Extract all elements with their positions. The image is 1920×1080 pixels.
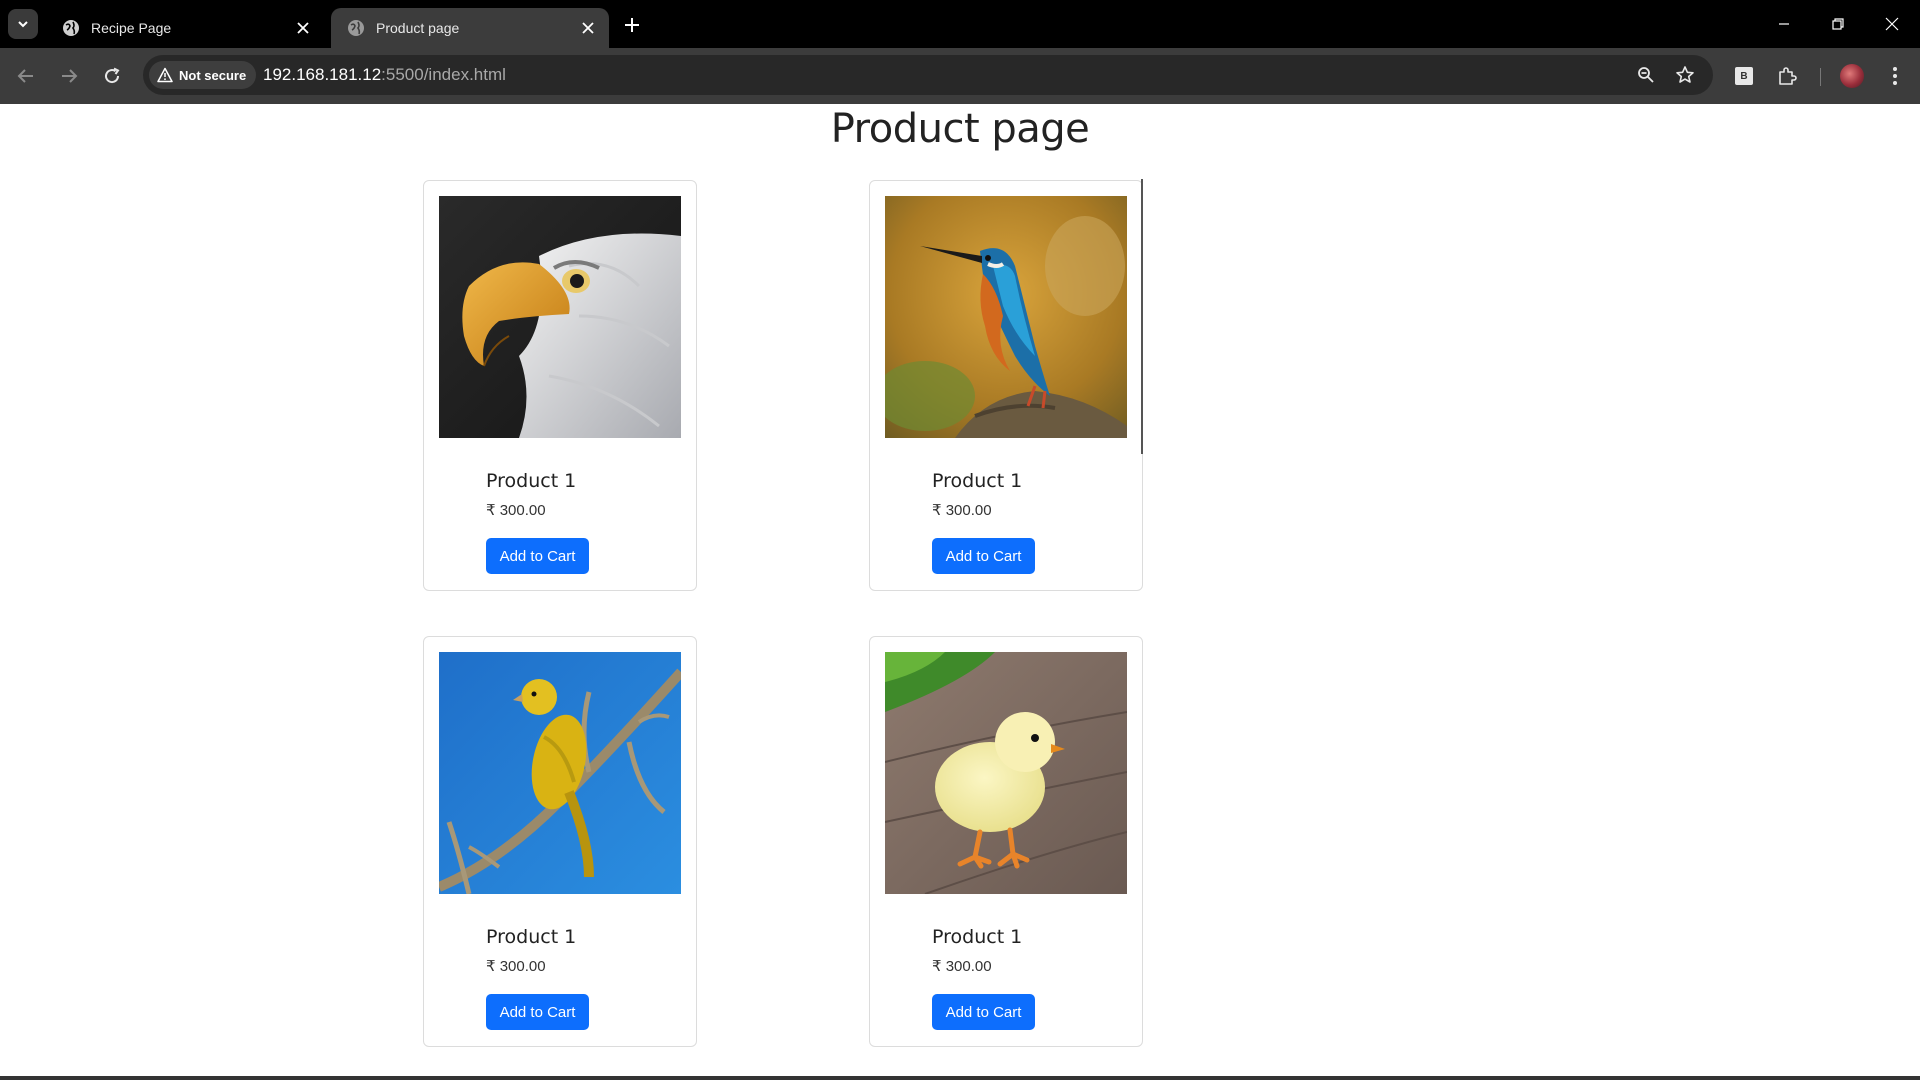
security-label: Not secure — [179, 67, 247, 83]
product-price: ₹ 300.00 — [486, 958, 546, 975]
product-price: ₹ 300.00 — [932, 502, 992, 519]
window-bottom-border — [0, 1076, 1920, 1080]
profile-avatar[interactable] — [1838, 62, 1866, 90]
yellow-canary-photo — [439, 652, 681, 894]
close-icon[interactable] — [577, 17, 599, 39]
add-to-cart-button[interactable]: Add to Cart — [932, 994, 1035, 1030]
scrollbar-marker — [1141, 179, 1143, 454]
chick-photo — [885, 652, 1127, 894]
avatar — [1840, 64, 1864, 88]
product-card: Product 1 ₹ 300.00 Add to Cart — [869, 636, 1143, 1047]
add-to-cart-button[interactable]: Add to Cart — [486, 538, 589, 574]
forward-icon[interactable] — [53, 60, 85, 92]
tab-title: Product page — [376, 20, 460, 36]
minimize-icon[interactable] — [1769, 10, 1799, 38]
star-icon[interactable] — [1673, 63, 1697, 87]
url-text[interactable]: 192.168.181.12:5500/index.html — [263, 65, 506, 85]
close-icon[interactable] — [292, 17, 314, 39]
add-to-cart-button[interactable]: Add to Cart — [486, 994, 589, 1030]
warning-icon — [157, 67, 173, 83]
url-path: :5500/index.html — [381, 65, 506, 84]
tab-recipe-page[interactable]: Recipe Page — [46, 8, 324, 48]
back-icon[interactable] — [10, 60, 42, 92]
product-name: Product 1 — [486, 926, 577, 948]
product-name: Product 1 — [932, 470, 1023, 492]
kingfisher-photo — [885, 196, 1127, 438]
tab-search-icon[interactable] — [8, 9, 38, 39]
more-vert-icon[interactable] — [1881, 62, 1909, 90]
globe-icon — [348, 20, 364, 36]
product-card: Product 1 ₹ 300.00 Add to Cart — [423, 636, 697, 1047]
tab-title: Recipe Page — [91, 20, 172, 36]
product-card: Product 1 ₹ 300.00 Add to Cart — [869, 180, 1143, 591]
browser-toolbar: Not secure 192.168.181.12:5500/index.htm… — [0, 48, 1920, 104]
product-price: ₹ 300.00 — [486, 502, 546, 519]
product-name: Product 1 — [932, 926, 1023, 948]
security-chip[interactable]: Not secure — [149, 61, 257, 89]
bald-eagle-photo — [439, 196, 681, 438]
plus-icon[interactable] — [620, 13, 644, 37]
product-price: ₹ 300.00 — [932, 958, 992, 975]
product-name: Product 1 — [486, 470, 577, 492]
puzzle-icon[interactable] — [1773, 62, 1801, 90]
reload-icon[interactable] — [96, 60, 128, 92]
globe-icon — [63, 20, 79, 36]
address-bar[interactable]: Not secure 192.168.181.12:5500/index.htm… — [143, 55, 1713, 95]
page-content: Product page Product 1 ₹ 300.00 Add to C… — [0, 104, 1920, 1076]
toolbar-separator — [1820, 68, 1821, 86]
tab-strip: Recipe Page Product page — [0, 0, 1920, 48]
page-title: Product page — [830, 106, 1090, 152]
product-card: Product 1 ₹ 300.00 Add to Cart — [423, 180, 697, 591]
tab-product-page[interactable]: Product page — [331, 8, 609, 48]
add-to-cart-button[interactable]: Add to Cart — [932, 538, 1035, 574]
window-close-icon[interactable] — [1877, 10, 1907, 38]
url-host: 192.168.181.12 — [263, 65, 382, 84]
extension-b-icon[interactable]: B — [1730, 62, 1758, 90]
restore-icon[interactable] — [1823, 10, 1853, 38]
zoom-icon[interactable] — [1634, 63, 1658, 87]
